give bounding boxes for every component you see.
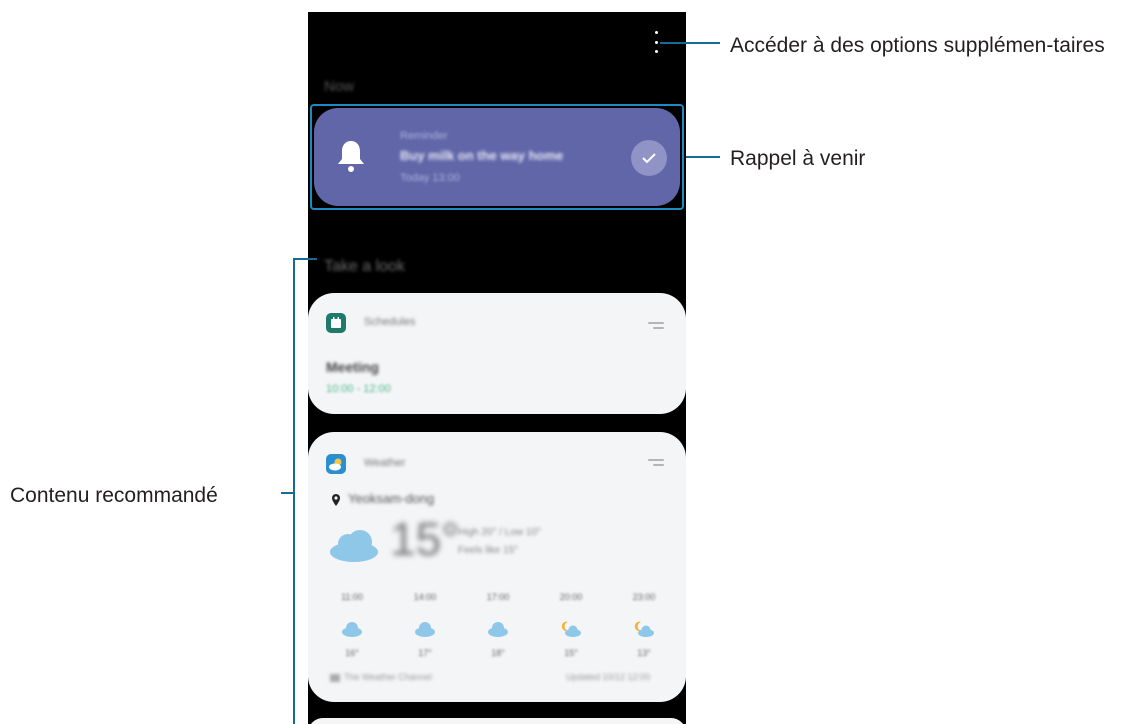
complete-reminder-button[interactable] [631,140,667,176]
drag-handle-icon[interactable] [648,322,664,332]
bell-icon [338,141,364,172]
weather-details: High 20° / Low 10° Feels like 15° [458,524,541,560]
forecast-hour: 17:00 18° [486,592,510,658]
forecast-hour: 11:00 16° [341,592,363,658]
moon-cloud-icon [634,621,654,637]
recommended-content-callout: Contenu recommandé [10,484,218,507]
weather-card[interactable]: Weather Yeoksam-dong 15° High 20° / Low … [308,432,686,702]
content-bracket-line [293,258,295,724]
take-a-look-section-title: Take a look [324,258,405,275]
cloud-icon [488,622,508,637]
content-bracket-top [293,258,317,260]
more-options-icon[interactable] [652,31,660,53]
weather-app-name: Weather [364,457,406,469]
reminder-label: Reminder [400,130,448,142]
phone-screen: Now Reminder Buy milk on the way home To… [308,12,686,724]
schedules-app-name: Schedules [364,316,416,328]
weather-updated: Updated 10/12 12:00 [566,672,651,682]
hourly-forecast: 11:00 16° 14:00 17° 17:00 18° 20:00 15° … [322,592,674,658]
moon-cloud-icon [561,621,581,637]
cloud-icon [342,622,362,637]
drag-handle-icon[interactable] [648,459,664,469]
location-pin-icon [332,494,340,506]
feels-like: Feels like 15° [458,545,519,556]
cloud-icon [415,622,435,637]
weather-app-icon [326,454,346,474]
schedules-card[interactable]: Schedules Meeting 10:00 - 12:00 [308,293,686,414]
current-temperature: 15° [390,513,460,565]
weather-source: The Weather Channel [330,672,432,682]
options-leader-line [660,42,720,44]
high-low: High 20° / Low 10° [458,527,542,538]
now-section-title: Now [324,78,355,95]
content-leader-line [281,492,295,494]
next-card-peek[interactable] [308,718,686,724]
forecast-hour: 14:00 17° [413,592,437,658]
cloud-icon [330,530,378,562]
reminder-callout: Rappel à venir [730,147,866,170]
upcoming-reminder-card[interactable]: Reminder Buy milk on the way home Today … [310,104,684,210]
reminder-leader-line [686,156,720,158]
calendar-icon [326,313,346,333]
check-icon [642,153,656,164]
options-callout: Accéder à des options supplémen-taires [730,34,1105,57]
forecast-hour: 23:00 13° [632,592,656,658]
forecast-hour: 20:00 15° [559,592,583,658]
reminder-time: Today 13:00 [400,172,460,184]
reminder-title: Buy milk on the way home [400,148,564,163]
weather-location: Yeoksam-dong [348,491,435,506]
event-title: Meeting [326,359,379,375]
event-time: 10:00 - 12:00 [326,383,391,395]
